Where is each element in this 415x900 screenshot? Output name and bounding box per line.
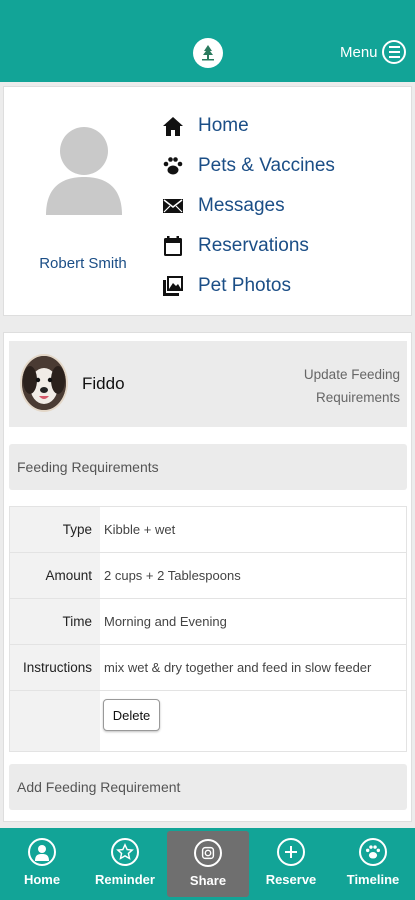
calendar-icon — [161, 234, 185, 258]
bottom-nav-label: Reminder — [95, 872, 155, 887]
table-row: Time Morning and Evening — [10, 599, 406, 645]
bottom-nav-label: Timeline — [346, 872, 400, 887]
menu-label[interactable]: Menu — [340, 44, 378, 61]
pet-header: Fiddo Update Feeding Requirements — [9, 341, 407, 427]
pet-avatar — [20, 354, 68, 412]
nav-pet-photos[interactable]: Pet Photos — [161, 271, 291, 301]
row-value: Morning and Evening — [104, 614, 227, 629]
menu-icon[interactable] — [382, 40, 406, 64]
row-label: Amount — [45, 568, 92, 583]
pet-name: Fiddo — [82, 374, 125, 393]
row-value: mix wet & dry together and feed in slow … — [104, 660, 372, 675]
nav-reservations-label: Reservations — [198, 235, 309, 256]
table-row: Amount 2 cups + 2 Tablespoons — [10, 553, 406, 599]
row-label: Type — [62, 522, 92, 537]
row-value: 2 cups + 2 Tablespoons — [104, 568, 241, 583]
bottom-nav: Home Reminder Share Reserve Timeline — [0, 828, 415, 900]
star-icon — [111, 838, 139, 866]
plus-icon — [277, 838, 305, 866]
bottom-nav-share[interactable]: Share — [167, 831, 249, 897]
camera-icon — [194, 839, 222, 867]
nav-messages-label: Messages — [198, 195, 285, 216]
user-name[interactable]: Robert Smith — [4, 255, 162, 272]
feeding-requirements-header: Feeding Requirements — [9, 444, 407, 490]
table-row: Instructions mix wet & dry together and … — [10, 645, 406, 691]
add-feeding-requirement[interactable]: Add Feeding Requirement — [9, 764, 407, 810]
envelope-icon — [161, 194, 185, 218]
user-avatar-icon — [42, 125, 126, 215]
delete-button[interactable]: Delete — [103, 699, 160, 731]
update-feeding-link[interactable]: Update Feeding Requirements — [290, 363, 400, 409]
bottom-nav-timeline[interactable]: Timeline — [332, 828, 414, 900]
nav-pets-label: Pets & Vaccines — [198, 155, 335, 176]
bottom-nav-reserve[interactable]: Reserve — [250, 828, 332, 900]
nav-home-label: Home — [198, 115, 249, 136]
feeding-requirements-table: Type Kibble + wet Amount 2 cups + 2 Tabl… — [9, 506, 407, 752]
bottom-nav-home[interactable]: Home — [1, 828, 83, 900]
row-label: Time — [62, 614, 93, 629]
bottom-nav-label: Share — [189, 873, 227, 888]
nav-home[interactable]: Home — [161, 111, 249, 141]
person-icon — [28, 838, 56, 866]
top-bar: Menu — [0, 0, 415, 82]
nav-messages[interactable]: Messages — [161, 191, 285, 221]
nav-pets-vaccines[interactable]: Pets & Vaccines — [161, 151, 335, 181]
profile-card: Robert Smith Home Pets & Vaccines Messag… — [3, 86, 412, 316]
row-value: Kibble + wet — [104, 522, 176, 537]
home-icon — [161, 114, 185, 138]
nav-reservations[interactable]: Reservations — [161, 231, 309, 261]
nav-photos-label: Pet Photos — [198, 275, 291, 296]
bottom-nav-label: Home — [23, 872, 61, 887]
bottom-nav-reminder[interactable]: Reminder — [84, 828, 166, 900]
row-label: Instructions — [22, 660, 92, 675]
table-row: Type Kibble + wet — [10, 507, 406, 553]
paw-icon — [161, 154, 185, 178]
paw-icon — [359, 838, 387, 866]
app-logo[interactable] — [193, 38, 223, 68]
bottom-nav-label: Reserve — [265, 872, 317, 887]
photos-icon — [161, 274, 185, 298]
